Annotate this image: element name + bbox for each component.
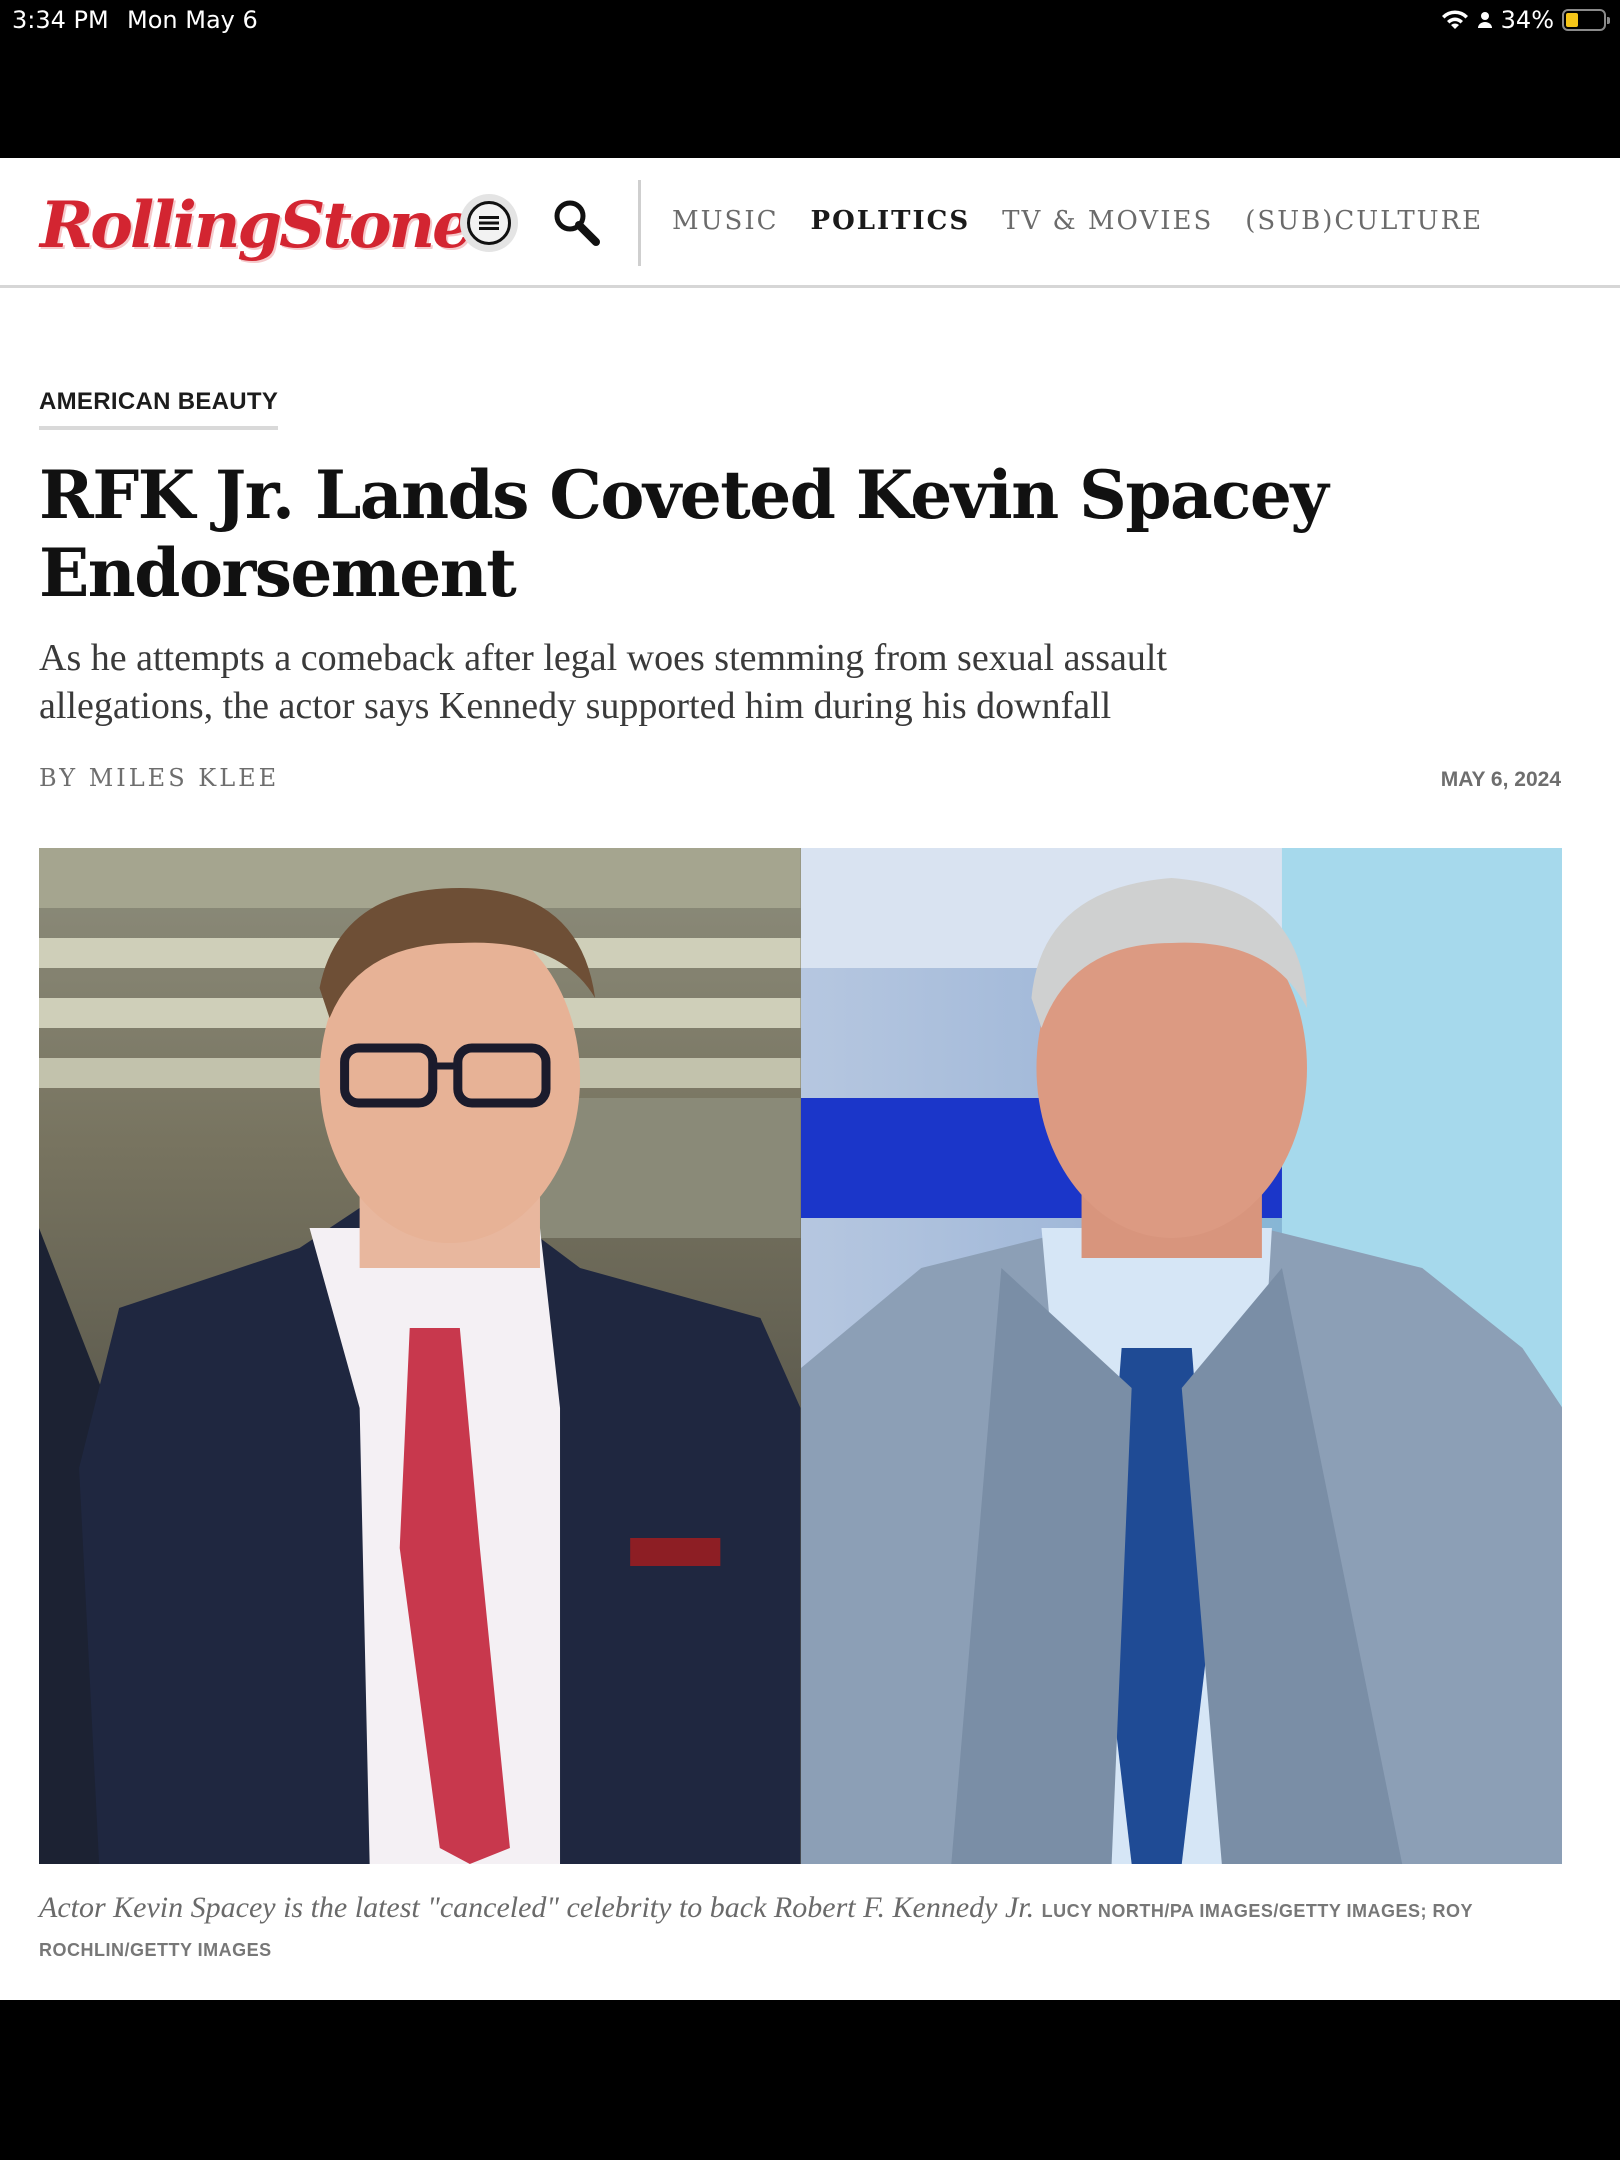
article-headline: RFK Jr. Lands Coveted Kevin Spacey Endor… bbox=[39, 456, 1329, 612]
status-date: Mon May 6 bbox=[127, 6, 258, 34]
hero-caption: Actor Kevin Spacey is the latest "cancel… bbox=[39, 1890, 1539, 1968]
article-byline[interactable]: BY MILES KLEE bbox=[39, 764, 279, 792]
article-kicker[interactable]: AMERICAN BEAUTY bbox=[39, 388, 279, 430]
hero-photo-right bbox=[800, 848, 1562, 1864]
bottom-bar bbox=[0, 2000, 1620, 2160]
battery-percent: 34% bbox=[1500, 6, 1554, 34]
status-bar: 3:34 PM Mon May 6 34% bbox=[0, 0, 1620, 158]
article-date: MAY 6, 2024 bbox=[1440, 768, 1561, 791]
status-indicators: 34% bbox=[1441, 5, 1610, 35]
caption-text: Actor Kevin Spacey is the latest "cancel… bbox=[39, 1891, 1035, 1924]
main-nav: MUSIC POLITICS TV & MOVIES (SUB)CULTURE bbox=[672, 206, 1515, 236]
battery-level bbox=[1566, 13, 1578, 27]
menu-button[interactable] bbox=[460, 194, 518, 252]
hero-photo-left bbox=[39, 848, 801, 1864]
site-logo[interactable]: RollingStone bbox=[40, 188, 473, 263]
article-page: RollingStone MUSIC POLITICS TV & MOVIES … bbox=[0, 158, 1620, 2000]
article-dek: As he attempts a comeback after legal wo… bbox=[39, 637, 1168, 727]
status-time: 3:34 PM bbox=[12, 6, 109, 34]
header-divider bbox=[638, 180, 641, 266]
battery-icon bbox=[1562, 9, 1610, 31]
nav-item-music[interactable]: MUSIC bbox=[672, 206, 779, 236]
menu-icon bbox=[467, 201, 511, 245]
nav-item-subculture[interactable]: (SUB)CULTURE bbox=[1245, 206, 1483, 236]
site-header: RollingStone MUSIC POLITICS TV & MOVIES … bbox=[0, 158, 1620, 288]
nav-item-tv-movies[interactable]: TV & MOVIES bbox=[1002, 206, 1213, 236]
hero-image bbox=[39, 848, 1562, 1864]
nav-item-politics[interactable]: POLITICS bbox=[811, 206, 971, 236]
person-icon bbox=[1477, 12, 1492, 28]
wifi-icon bbox=[1441, 10, 1468, 29]
search-icon bbox=[554, 200, 600, 246]
search-button[interactable] bbox=[548, 194, 604, 250]
